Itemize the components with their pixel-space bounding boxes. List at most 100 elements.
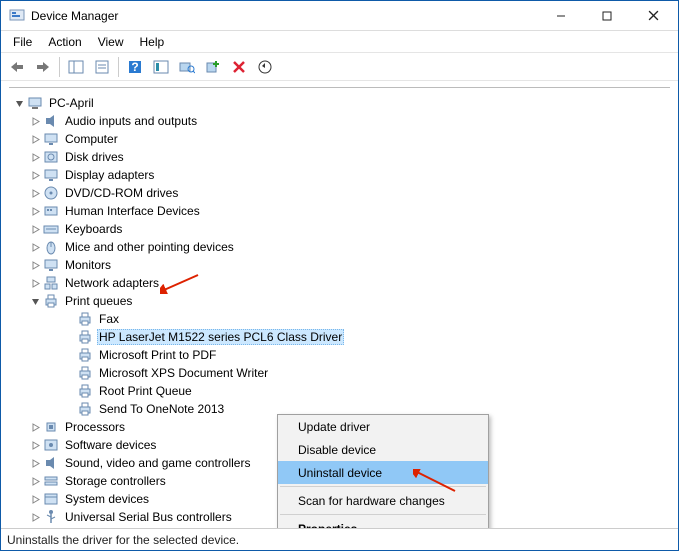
show-hide-console-button[interactable]: [64, 55, 88, 79]
menu-help[interactable]: Help: [132, 33, 173, 51]
back-button[interactable]: [5, 55, 29, 79]
speaker-icon: [43, 455, 59, 471]
tree-item[interactable]: DVD/CD-ROM drives: [7, 184, 672, 202]
menu-view[interactable]: View: [90, 33, 132, 51]
tree-item-label: Universal Serial Bus controllers: [63, 510, 234, 524]
close-button[interactable]: [630, 2, 676, 30]
computer-icon: [27, 95, 43, 111]
tree-item-label: Audio inputs and outputs: [63, 114, 199, 128]
scan-button[interactable]: [175, 55, 199, 79]
tree-subitem[interactable]: Fax: [7, 310, 672, 328]
printer-icon: [77, 401, 93, 417]
tree-item-label: Disk drives: [63, 150, 126, 164]
expander-icon[interactable]: [27, 473, 43, 489]
tree-subitem-label: HP LaserJet M1522 series PCL6 Class Driv…: [97, 329, 344, 345]
expander-icon[interactable]: [27, 455, 43, 471]
software-icon: [43, 437, 59, 453]
expander-icon[interactable]: [27, 185, 43, 201]
expander-icon[interactable]: [27, 239, 43, 255]
toolbar-separator: [118, 57, 119, 77]
tree-item-label: Software devices: [63, 438, 158, 452]
menu-file[interactable]: File: [5, 33, 40, 51]
tree-item[interactable]: Human Interface Devices: [7, 202, 672, 220]
mouse-icon: [43, 239, 59, 255]
window-title: Device Manager: [31, 9, 538, 23]
tree-item[interactable]: Computer: [7, 130, 672, 148]
tree-item[interactable]: Audio inputs and outputs: [7, 112, 672, 130]
context-uninstall-device[interactable]: Uninstall device: [278, 461, 488, 484]
context-disable-device[interactable]: Disable device: [278, 438, 488, 461]
statusbar-text: Uninstalls the driver for the selected d…: [7, 533, 239, 547]
statusbar: Uninstalls the driver for the selected d…: [1, 528, 678, 550]
tree-subitem[interactable]: HP LaserJet M1522 series PCL6 Class Driv…: [7, 328, 672, 346]
forward-button[interactable]: [31, 55, 55, 79]
expander-icon[interactable]: [27, 257, 43, 273]
context-properties[interactable]: Properties: [278, 517, 488, 528]
expander-icon[interactable]: [27, 167, 43, 183]
context-scan-hardware[interactable]: Scan for hardware changes: [278, 489, 488, 512]
tree-item[interactable]: Disk drives: [7, 148, 672, 166]
expander-icon[interactable]: [27, 113, 43, 129]
tree-subitem[interactable]: Root Print Queue: [7, 382, 672, 400]
maximize-button[interactable]: [584, 2, 630, 30]
context-separator: [280, 514, 486, 515]
expander-icon[interactable]: [27, 131, 43, 147]
tree-item[interactable]: Display adapters: [7, 166, 672, 184]
monitor-icon: [43, 131, 59, 147]
expander-icon[interactable]: [27, 221, 43, 237]
tree-item[interactable]: Monitors: [7, 256, 672, 274]
tree-item-label: Sound, video and game controllers: [63, 456, 252, 470]
help-button[interactable]: ?: [123, 55, 147, 79]
expander-placeholder: [61, 365, 77, 381]
properties-button[interactable]: [90, 55, 114, 79]
usb-icon: [43, 509, 59, 525]
device-tree[interactable]: PC-April Audio inputs and outputs Comput…: [1, 81, 678, 528]
expander-icon[interactable]: [27, 419, 43, 435]
app-icon: [9, 8, 25, 24]
add-legacy-button[interactable]: [201, 55, 225, 79]
update-button[interactable]: [253, 55, 277, 79]
printer-icon: [77, 329, 93, 345]
speaker-icon: [43, 113, 59, 129]
tree-root-label: PC-April: [47, 96, 96, 110]
expander-icon[interactable]: [27, 491, 43, 507]
context-update-driver[interactable]: Update driver: [278, 415, 488, 438]
svg-text:?: ?: [131, 60, 138, 74]
remove-button[interactable]: [227, 55, 251, 79]
monitor-icon: [43, 167, 59, 183]
tree-item[interactable]: Print queues: [7, 292, 672, 310]
expander-icon[interactable]: [27, 203, 43, 219]
tree-item-label: Processors: [63, 420, 127, 434]
action-button[interactable]: [149, 55, 173, 79]
menu-action[interactable]: Action: [40, 33, 89, 51]
disc-icon: [43, 185, 59, 201]
tree-item[interactable]: Network adapters: [7, 274, 672, 292]
expander-icon[interactable]: [27, 275, 43, 291]
tree-subitem[interactable]: Microsoft Print to PDF: [7, 346, 672, 364]
tree-item-label: System devices: [63, 492, 151, 506]
minimize-button[interactable]: [538, 2, 584, 30]
system-icon: [43, 491, 59, 507]
context-menu: Update driver Disable device Uninstall d…: [277, 414, 489, 528]
toolbar: ?: [1, 53, 678, 81]
network-icon: [43, 275, 59, 291]
expander-icon[interactable]: [11, 95, 27, 111]
expander-icon[interactable]: [27, 149, 43, 165]
tree-root[interactable]: PC-April: [7, 94, 672, 112]
printer-icon: [77, 383, 93, 399]
monitor-icon: [43, 257, 59, 273]
expander-icon[interactable]: [27, 293, 43, 309]
tree-subitem[interactable]: Microsoft XPS Document Writer: [7, 364, 672, 382]
toolbar-separator: [59, 57, 60, 77]
tree-item[interactable]: Mice and other pointing devices: [7, 238, 672, 256]
tree-item[interactable]: Keyboards: [7, 220, 672, 238]
tree-item-label: Storage controllers: [63, 474, 168, 488]
expander-placeholder: [61, 401, 77, 417]
tree-item-label: Network adapters: [63, 276, 161, 290]
tree-subitem-label: Microsoft XPS Document Writer: [97, 366, 270, 380]
tree-subitem-label: Root Print Queue: [97, 384, 194, 398]
tree-item-label: Computer: [63, 132, 120, 146]
expander-icon[interactable]: [27, 437, 43, 453]
expander-icon[interactable]: [27, 509, 43, 525]
tree-subitem-label: Send To OneNote 2013: [97, 402, 226, 416]
